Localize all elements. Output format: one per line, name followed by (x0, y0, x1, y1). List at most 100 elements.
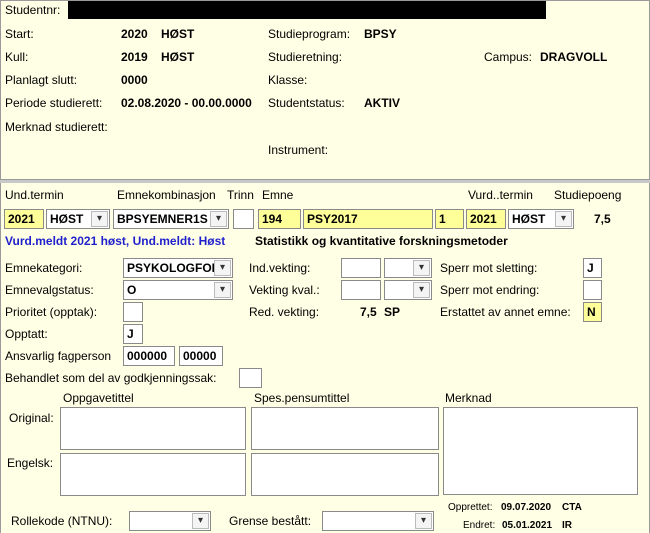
opprettet-date: 09.07.2020 (501, 502, 552, 513)
oppgavetittel-original-textarea[interactable] (60, 407, 246, 450)
studentnr-label: Studentnr: (5, 3, 61, 17)
planlagt-slutt-value: 0000 (121, 73, 148, 87)
opptatt-field[interactable]: J (123, 324, 143, 344)
klasse-label: Klasse: (268, 73, 308, 87)
opprettet-user: CTA (562, 502, 582, 513)
vurd-term-value: HØST (512, 212, 546, 226)
col-studiepoeng: Studiepoeng (554, 188, 622, 202)
red-vekting-label: Red. vekting: (249, 305, 320, 319)
emnevalgstatus-select[interactable]: O ▾ (123, 280, 233, 300)
red-vekting-unit: SP (384, 305, 401, 319)
indvekting-label: Ind.vekting: (249, 261, 311, 275)
vekting-kval-select[interactable]: ▾ (384, 280, 432, 300)
start-label: Start: (5, 27, 34, 41)
opptatt-label: Opptatt: (5, 327, 48, 341)
indvekting-field[interactable] (341, 258, 381, 278)
chevron-down-icon: ▾ (210, 211, 227, 227)
trinn-field[interactable] (233, 209, 254, 229)
sperr-endring-label: Sperr mot endring: (440, 283, 540, 297)
chevron-down-icon: ▾ (413, 260, 430, 276)
campus-label: Campus: (484, 50, 533, 64)
chevron-down-icon: ▾ (415, 513, 432, 529)
oppgavetittel-engelsk-textarea[interactable] (60, 453, 246, 496)
prioritet-label: Prioritet (opptak): (5, 305, 98, 319)
studieretning-label: Studieretning: (268, 50, 343, 64)
oppgavetittel-label: Oppgavetittel (63, 391, 134, 405)
emne-name-field[interactable]: PSY2017 (303, 209, 433, 229)
behandlet-label: Behandlet som del av godkjenningssak: (5, 371, 217, 385)
course-title: Statistikk og kvantitative forskningsmet… (255, 234, 508, 248)
start-year: 2020 (121, 27, 148, 41)
sperr-sletting-field[interactable]: J (583, 258, 602, 278)
rollekode-label: Rollekode (NTNU): (11, 514, 113, 528)
kull-term: HØST (161, 50, 195, 64)
kull-label: Kull: (5, 50, 29, 64)
emnevalgstatus-label: Emnevalgstatus: (5, 283, 94, 297)
start-term: HØST (161, 27, 195, 41)
studentstatus-value: AKTIV (364, 96, 400, 110)
engelsk-label: Engelsk: (7, 456, 54, 470)
vekting-kval-field[interactable] (341, 280, 381, 300)
endret-date: 05.01.2021 (502, 520, 553, 531)
erstattet-field[interactable]: N (583, 302, 602, 322)
chevron-down-icon: ▾ (555, 211, 572, 227)
col-emne: Emne (262, 188, 294, 202)
emnekombinasjon-value: BPSYEMNER1S (117, 212, 208, 226)
versjon-field[interactable]: 1 (435, 209, 464, 229)
original-label: Original: (9, 411, 54, 425)
red-vekting-value: 7,5 (360, 305, 377, 319)
endret-user: IR (562, 520, 572, 531)
col-trinn: Trinn (227, 188, 254, 202)
sperr-endring-field[interactable] (583, 280, 602, 300)
emnekategori-label: Emnekategori: (5, 261, 83, 275)
merknad-studierett-label: Merknad studierett: (5, 120, 108, 134)
periode-studierett-label: Periode studierett: (5, 96, 103, 110)
merknad-label: Merknad (445, 391, 492, 405)
periode-studierett-value: 02.08.2020 - 00.00.0000 (121, 96, 252, 110)
col-vurd-termin: Vurd..termin (468, 188, 533, 202)
campus-value: DRAGVOLL (540, 50, 608, 64)
studiepoeng-value: 7,5 (594, 212, 611, 226)
vurd-year-field[interactable]: 2021 (466, 209, 506, 229)
ansvarlig-field-1[interactable]: 000000 (123, 346, 175, 366)
kull-year: 2019 (121, 50, 148, 64)
ansvarlig-field-2[interactable]: 00000 (179, 346, 223, 366)
studieprogram-label: Studieprogram: (268, 27, 351, 41)
opprettet-label: Opprettet: (448, 502, 493, 513)
sperr-sletting-label: Sperr mot sletting: (440, 261, 538, 275)
studentstatus-label: Studentstatus: (268, 96, 345, 110)
redacted-studentnr (68, 1, 546, 19)
emnekategori-select[interactable]: PSYKOLOGFOR ▾ (123, 258, 233, 278)
vurd-term-select[interactable]: HØST ▾ (508, 209, 574, 229)
emnevalgstatus-value: O (127, 283, 137, 297)
behandlet-field[interactable] (239, 368, 262, 388)
indvekting-select[interactable]: ▾ (384, 258, 432, 278)
und-year-field[interactable]: 2021 (4, 209, 44, 229)
spes-pensumtittel-label: Spes.pensumtittel (254, 391, 350, 405)
grense-bestatt-select[interactable]: ▾ (322, 511, 434, 531)
grense-bestatt-label: Grense bestått: (229, 514, 312, 528)
und-term-select[interactable]: HØST ▾ (46, 209, 110, 229)
rollekode-select[interactable]: ▾ (129, 511, 211, 531)
erstattet-label: Erstattet av annet emne: (440, 305, 571, 319)
chevron-down-icon: ▾ (192, 513, 209, 529)
emne-code-field[interactable]: 194 (258, 209, 301, 229)
col-und-termin: Und.termin (5, 188, 64, 202)
status-line: Vurd.meldt 2021 høst, Und.meldt: Høst (5, 234, 226, 248)
und-term-value: HØST (50, 212, 84, 226)
spes-engelsk-textarea[interactable] (251, 453, 439, 496)
endret-label: Endret: (463, 520, 496, 531)
emnekombinasjon-select[interactable]: BPSYEMNER1S ▾ (113, 209, 229, 229)
chevron-down-icon: ▾ (413, 282, 430, 298)
studieprogram-value: BPSY (364, 27, 397, 41)
instrument-label: Instrument: (268, 143, 329, 157)
spes-original-textarea[interactable] (251, 407, 439, 450)
chevron-down-icon: ▾ (214, 282, 231, 298)
emnekategori-value: PSYKOLOGFOR (127, 261, 221, 275)
prioritet-field[interactable] (123, 302, 143, 322)
ansvarlig-label: Ansvarlig fagperson (5, 349, 112, 363)
merknad-textarea[interactable] (443, 407, 638, 495)
chevron-down-icon: ▾ (214, 260, 231, 276)
planlagt-slutt-label: Planlagt slutt: (5, 73, 78, 87)
course-detail-panel: Und.termin Emnekombinasjon Trinn Emne Vu… (0, 183, 650, 533)
